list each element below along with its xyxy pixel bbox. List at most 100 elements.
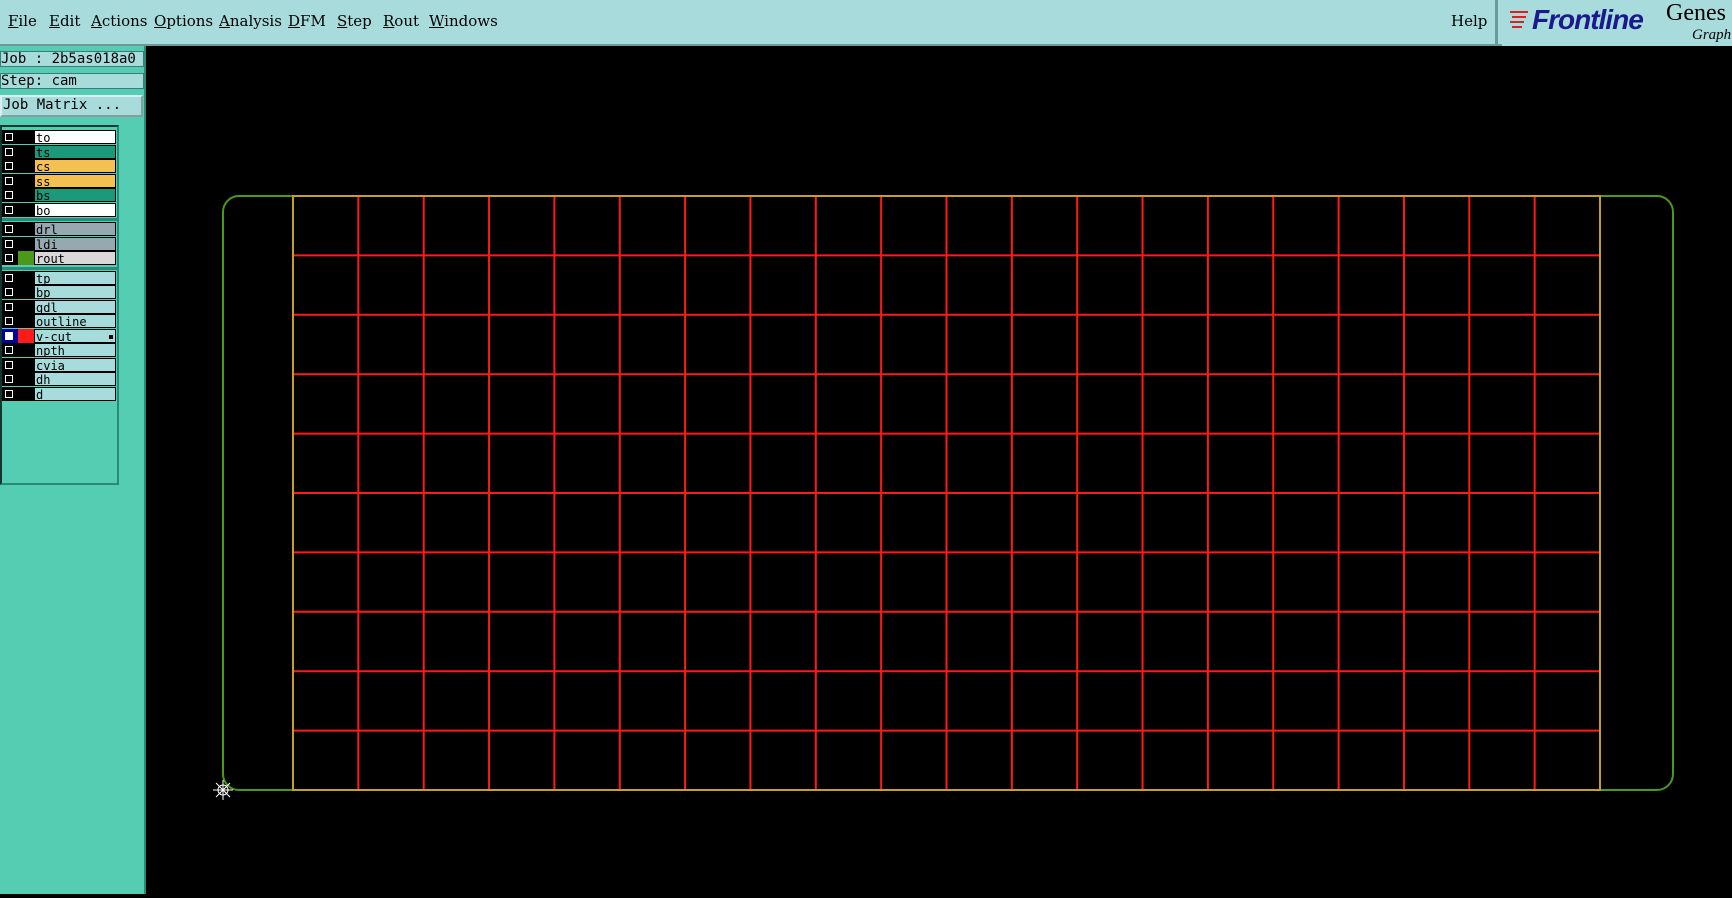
layer-affected-checkbox[interactable] [2, 357, 18, 372]
origin-marker-icon [213, 780, 233, 800]
frontline-logo-text: Frontline [1532, 4, 1644, 35]
layer-row-ss[interactable]: ss [2, 173, 117, 188]
menu-help[interactable]: Help [1451, 12, 1487, 30]
checkbox-square-icon [5, 254, 13, 262]
layer-affected-checkbox[interactable] [2, 144, 18, 159]
layer-affected-checkbox[interactable] [2, 130, 18, 144]
menu-area: File Edit Actions Options Analysis DFM S… [0, 0, 1498, 46]
layer-row-bo[interactable]: bo [2, 202, 117, 217]
layer-affected-checkbox[interactable] [2, 236, 18, 251]
layer-display-color[interactable] [18, 130, 34, 144]
layer-display-color[interactable] [18, 299, 34, 314]
layer-name[interactable]: gdl [34, 299, 116, 314]
layer-row-npth[interactable]: npth [2, 343, 117, 357]
layer-display-color[interactable] [18, 328, 34, 343]
menu-windows[interactable]: Windows [429, 12, 498, 30]
layer-row-ldi[interactable]: ldi [2, 236, 117, 251]
layer-row-rout[interactable]: rout [2, 251, 117, 265]
job-matrix-button[interactable]: Job Matrix ... [0, 95, 143, 117]
graphic-canvas[interactable] [146, 46, 1732, 894]
layer-row-v-cut[interactable]: v-cut [2, 328, 117, 343]
layer-display-color[interactable] [18, 270, 34, 285]
layer-display-color[interactable] [18, 343, 34, 357]
layer-display-color[interactable] [18, 285, 34, 299]
layer-row-outline[interactable]: outline [2, 314, 117, 328]
layer-name[interactable]: d [34, 386, 116, 401]
layer-name[interactable]: bs [34, 188, 116, 202]
layer-row-tp[interactable]: tp [2, 270, 117, 285]
layer-display-color[interactable] [18, 251, 34, 265]
layer-name[interactable]: drl [34, 222, 116, 236]
menu-analysis[interactable]: Analysis [219, 12, 282, 30]
checkbox-square-icon [5, 133, 13, 141]
menu-file[interactable]: File [8, 12, 37, 30]
layer-row-cs[interactable]: cs [2, 159, 117, 173]
menu-step[interactable]: Step [337, 12, 372, 30]
layer-affected-checkbox[interactable] [2, 285, 18, 299]
layer-display-color[interactable] [18, 188, 34, 202]
layer-affected-checkbox[interactable] [2, 173, 18, 188]
layer-display-color[interactable] [18, 202, 34, 217]
menu-actions[interactable]: Actions [91, 12, 147, 30]
step-name-field: Step: cam [0, 73, 144, 89]
layer-name[interactable]: cvia [34, 357, 116, 372]
pcb-drawing[interactable] [146, 46, 1732, 894]
layer-affected-checkbox[interactable] [2, 343, 18, 357]
layer-affected-checkbox[interactable] [2, 222, 18, 236]
layer-name[interactable]: outline [34, 314, 116, 328]
product-subtitle: Graph [1692, 27, 1732, 43]
layer-row-dh[interactable]: dh [2, 372, 117, 386]
layer-name[interactable]: ss [34, 173, 116, 188]
menu-rout[interactable]: Rout [383, 12, 419, 30]
layer-name[interactable]: tp [34, 270, 116, 285]
layer-affected-checkbox[interactable] [2, 386, 18, 401]
layer-name[interactable]: npth [34, 343, 116, 357]
frontline-logo-icon [1510, 11, 1528, 28]
layer-affected-checkbox[interactable] [2, 328, 18, 343]
layer-affected-checkbox[interactable] [2, 251, 18, 265]
layer-list: to ts cs ss bs bo drl ldi rout tp bp gdl outline v-cu… [0, 125, 119, 485]
layer-name[interactable]: rout [34, 251, 116, 265]
layer-row-d[interactable]: d [2, 386, 117, 401]
layer-display-color[interactable] [18, 144, 34, 159]
layer-affected-checkbox[interactable] [2, 188, 18, 202]
layer-name[interactable]: ldi [34, 236, 116, 251]
layer-affected-checkbox[interactable] [2, 314, 18, 328]
layer-name[interactable]: v-cut [34, 328, 116, 343]
layer-row-gdl[interactable]: gdl [2, 299, 117, 314]
layer-name[interactable]: bo [34, 202, 116, 217]
menu-edit[interactable]: Edit [49, 12, 80, 30]
layer-display-color[interactable] [18, 314, 34, 328]
layer-name[interactable]: dh [34, 372, 116, 386]
layer-display-color[interactable] [18, 372, 34, 386]
layer-row-to[interactable]: to [2, 130, 117, 144]
brand-logo-area: Frontline Genes Graph [1502, 0, 1732, 46]
layer-row-bp[interactable]: bp [2, 285, 117, 299]
layer-affected-checkbox[interactable] [2, 299, 18, 314]
layer-name[interactable]: bp [34, 285, 116, 299]
layer-affected-checkbox[interactable] [2, 372, 18, 386]
menu-mnemonic: S [337, 12, 348, 30]
layer-display-color[interactable] [18, 159, 34, 173]
layer-row-bs[interactable]: bs [2, 188, 117, 202]
layer-row-ts[interactable]: ts [2, 144, 117, 159]
menu-dfm[interactable]: DFM [288, 12, 326, 30]
checkbox-square-icon [5, 302, 13, 311]
layer-display-color[interactable] [18, 173, 34, 188]
layer-name[interactable]: cs [34, 159, 116, 173]
layer-affected-checkbox[interactable] [2, 202, 18, 217]
layer-display-color[interactable] [18, 357, 34, 372]
left-panel: Job : 2b5as018a0 Step: cam Job Matrix ..… [0, 46, 146, 894]
menu-mnemonic: E [49, 12, 60, 30]
layer-affected-checkbox[interactable] [2, 159, 18, 173]
layer-row-cvia[interactable]: cvia [2, 357, 117, 372]
layer-display-color[interactable] [18, 222, 34, 236]
layer-affected-checkbox[interactable] [2, 270, 18, 285]
menu-options[interactable]: Options [154, 12, 213, 30]
layer-row-drl[interactable]: drl [2, 222, 117, 236]
layer-name[interactable]: ts [34, 144, 116, 159]
checkbox-square-icon [5, 176, 13, 185]
layer-display-color[interactable] [18, 236, 34, 251]
layer-name[interactable]: to [34, 130, 116, 144]
layer-display-color[interactable] [18, 386, 34, 401]
